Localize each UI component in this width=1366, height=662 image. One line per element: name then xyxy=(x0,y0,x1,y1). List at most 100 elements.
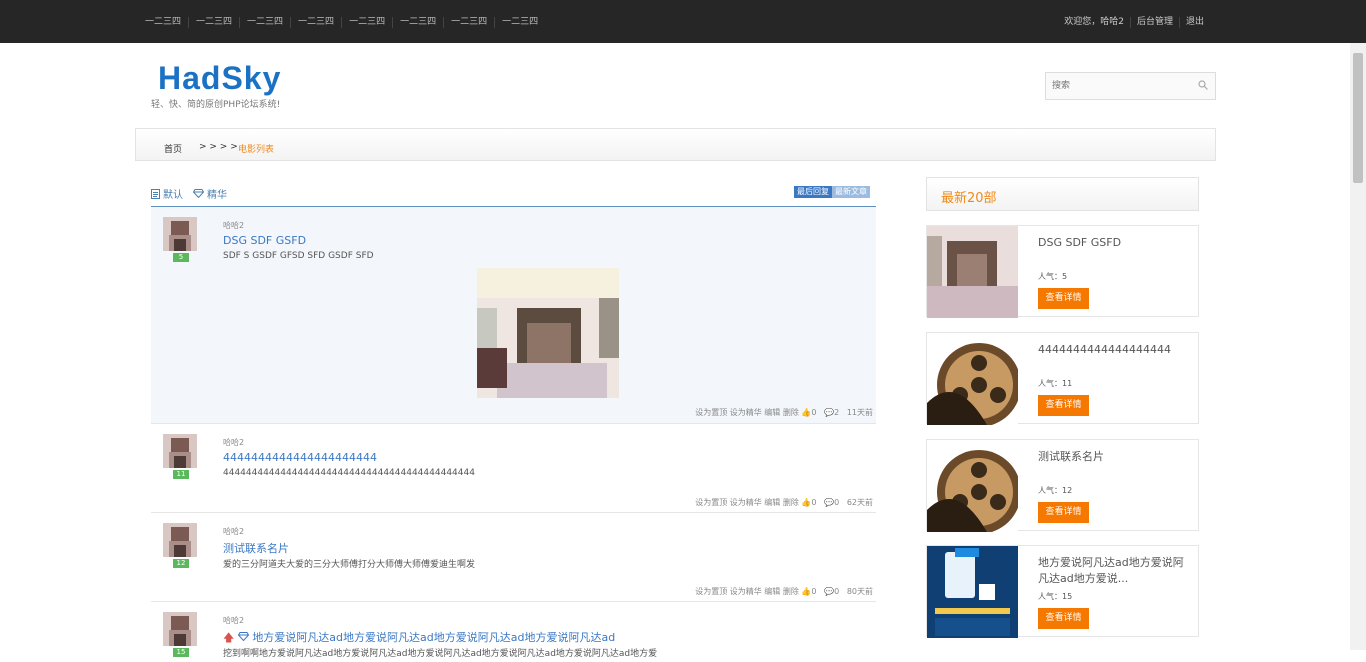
post-time: 80天前 xyxy=(846,587,873,596)
sort-newest-button[interactable]: 最新文章 xyxy=(832,186,870,198)
movie-title[interactable]: 4444444444444444444 xyxy=(1038,342,1188,358)
welcome-user-link[interactable]: 欢迎您，哈哈2 xyxy=(1058,17,1130,28)
post-title-text: 地方爱说阿凡达ad地方爱说阿凡达ad地方爱说阿凡达ad地方爱说阿凡达ad xyxy=(252,631,616,644)
movie-poster[interactable] xyxy=(927,546,1018,638)
top-bar: 一二三四 一二三四 一二三四 一二三四 一二三四 一二三四 一二三四 一二三四 … xyxy=(0,0,1366,43)
post-title[interactable]: 4444444444444444444444 xyxy=(223,451,377,464)
movie-card: 地方爱说阿凡达ad地方爱说阿凡达ad地方爱说... 人气：15 查看详情 xyxy=(926,545,1199,638)
top-nav-item[interactable]: 一二三四 xyxy=(239,17,290,28)
comment-icon[interactable]: 💬 xyxy=(824,587,834,596)
view-details-button[interactable]: 查看详情 xyxy=(1038,502,1089,523)
post-actions: 设为置顶 设为精华 编辑 删除 👍0 💬0 80天前 xyxy=(695,586,873,597)
post-author[interactable]: 哈哈2 xyxy=(223,220,244,231)
popularity-label: 人气： xyxy=(1038,379,1062,388)
level-badge: 11 xyxy=(173,470,189,479)
level-badge: 15 xyxy=(173,648,189,657)
post-title[interactable]: DSG SDF GSFD xyxy=(223,234,306,247)
pinned-arrow-icon: 🡅 xyxy=(223,631,235,644)
view-details-button[interactable]: 查看详情 xyxy=(1038,395,1089,416)
sort-last-reply-button[interactable]: 最后回复 xyxy=(794,186,832,198)
popularity-label: 人气： xyxy=(1038,486,1062,495)
search-icon[interactable] xyxy=(1198,80,1208,90)
diamond-icon xyxy=(193,189,204,198)
movie-card: 测试联系名片 人气：12 查看详情 xyxy=(926,439,1199,532)
like-icon[interactable]: 👍 xyxy=(801,498,811,507)
sort-toggle: 最后回复 最新文章 xyxy=(794,186,870,198)
like-icon[interactable]: 👍 xyxy=(801,587,811,596)
movie-popularity: 人气：11 xyxy=(1038,378,1072,389)
top-nav: 一二三四 一二三四 一二三四 一二三四 一二三四 一二三四 一二三四 一二三四 xyxy=(138,17,545,28)
top-nav-item[interactable]: 一二三四 xyxy=(188,17,239,28)
sidebar-header: 最新20部 xyxy=(926,177,1199,211)
movie-title[interactable]: DSG SDF GSFD xyxy=(1038,235,1188,251)
document-icon xyxy=(151,188,160,199)
top-nav-item[interactable]: 一二三四 xyxy=(392,17,443,28)
comment-count: 0 xyxy=(834,587,840,596)
comment-count: 0 xyxy=(834,498,840,507)
popularity-value: 12 xyxy=(1062,486,1073,495)
tab-default[interactable]: 默认 xyxy=(151,186,183,201)
tab-essence-label: 精华 xyxy=(207,190,227,201)
post-excerpt: SDF S GSDF GFSD SFD GSDF SFD xyxy=(223,251,374,261)
post-item: 5 哈哈2 DSG SDF GSFD SDF S GSDF GFSD SFD G… xyxy=(151,207,876,424)
post-item: 12 哈哈2 测试联系名片 爱的三分阿道夫大爱的三分大师傅打分大师傅大师傅爱迪生… xyxy=(151,513,876,602)
movie-card: DSG SDF GSFD 人气：5 查看详情 xyxy=(926,225,1199,318)
movie-title[interactable]: 地方爱说阿凡达ad地方爱说阿凡达ad地方爱说... xyxy=(1038,555,1188,587)
tab-essence[interactable]: 精华 xyxy=(193,186,227,201)
search-box xyxy=(1045,72,1216,100)
view-details-button[interactable]: 查看详情 xyxy=(1038,288,1089,309)
level-badge: 12 xyxy=(173,559,189,568)
avatar[interactable]: 11 xyxy=(163,434,197,479)
post-time: 62天前 xyxy=(846,498,873,507)
filter-tabs: 默认 精华 xyxy=(151,186,227,201)
comment-count: 2 xyxy=(834,408,840,417)
post-author[interactable]: 哈哈2 xyxy=(223,615,244,626)
avatar[interactable]: 15 xyxy=(163,612,197,657)
like-count: 0 xyxy=(811,498,817,507)
like-icon[interactable]: 👍 xyxy=(801,408,811,417)
avatar[interactable]: 12 xyxy=(163,523,197,568)
scrollbar-thumb[interactable] xyxy=(1353,53,1363,183)
like-count: 0 xyxy=(811,408,817,417)
top-nav-item[interactable]: 一二三四 xyxy=(494,17,545,28)
breadcrumb: 首页 > > > > 电影列表 xyxy=(135,128,1216,161)
tab-default-label: 默认 xyxy=(163,190,183,201)
movie-popularity: 人气：15 xyxy=(1038,591,1072,602)
breadcrumb-current[interactable]: 电影列表 xyxy=(238,142,274,155)
comment-icon[interactable]: 💬 xyxy=(824,408,834,417)
post-author[interactable]: 哈哈2 xyxy=(223,437,244,448)
post-admin-actions[interactable]: 设为置顶 设为精华 编辑 删除 xyxy=(695,498,799,507)
popularity-value: 11 xyxy=(1062,379,1073,388)
post-time: 11天前 xyxy=(846,408,873,417)
movie-poster[interactable] xyxy=(927,226,1018,318)
comment-icon[interactable]: 💬 xyxy=(824,498,834,507)
popularity-label: 人气： xyxy=(1038,592,1062,601)
top-nav-item[interactable]: 一二三四 xyxy=(443,17,494,28)
top-nav-item[interactable]: 一二三四 xyxy=(138,17,188,28)
level-badge: 5 xyxy=(173,253,189,262)
film-reel-poster[interactable] xyxy=(927,333,1018,425)
site-logo[interactable]: HadSky xyxy=(158,60,281,97)
movie-title[interactable]: 测试联系名片 xyxy=(1038,449,1188,465)
view-details-button[interactable]: 查看详情 xyxy=(1038,608,1089,629)
post-admin-actions[interactable]: 设为置顶 设为精华 编辑 删除 xyxy=(695,587,799,596)
scrollbar[interactable] xyxy=(1350,43,1366,650)
movie-popularity: 人气：12 xyxy=(1038,485,1072,496)
top-nav-item[interactable]: 一二三四 xyxy=(341,17,392,28)
post-admin-actions[interactable]: 设为置顶 设为精华 编辑 删除 xyxy=(695,408,799,417)
popularity-value: 15 xyxy=(1062,592,1073,601)
admin-link[interactable]: 后台管理 xyxy=(1129,17,1179,28)
top-nav-item[interactable]: 一二三四 xyxy=(290,17,341,28)
search-input[interactable] xyxy=(1046,73,1186,99)
post-actions: 设为置顶 设为精华 编辑 删除 👍0 💬2 11天前 xyxy=(695,407,873,418)
avatar[interactable]: 5 xyxy=(163,217,197,262)
breadcrumb-home[interactable]: 首页 xyxy=(164,142,182,155)
post-author[interactable]: 哈哈2 xyxy=(223,526,244,537)
post-image[interactable] xyxy=(477,268,619,398)
user-menu: 欢迎您，哈哈2 后台管理 退出 xyxy=(1058,17,1210,28)
film-reel-poster[interactable] xyxy=(927,440,1018,532)
movie-popularity: 人气：5 xyxy=(1038,271,1067,282)
post-title[interactable]: 测试联系名片 xyxy=(223,540,289,556)
movie-card: 4444444444444444444 人气：11 查看详情 xyxy=(926,332,1199,425)
logout-link[interactable]: 退出 xyxy=(1178,17,1210,28)
